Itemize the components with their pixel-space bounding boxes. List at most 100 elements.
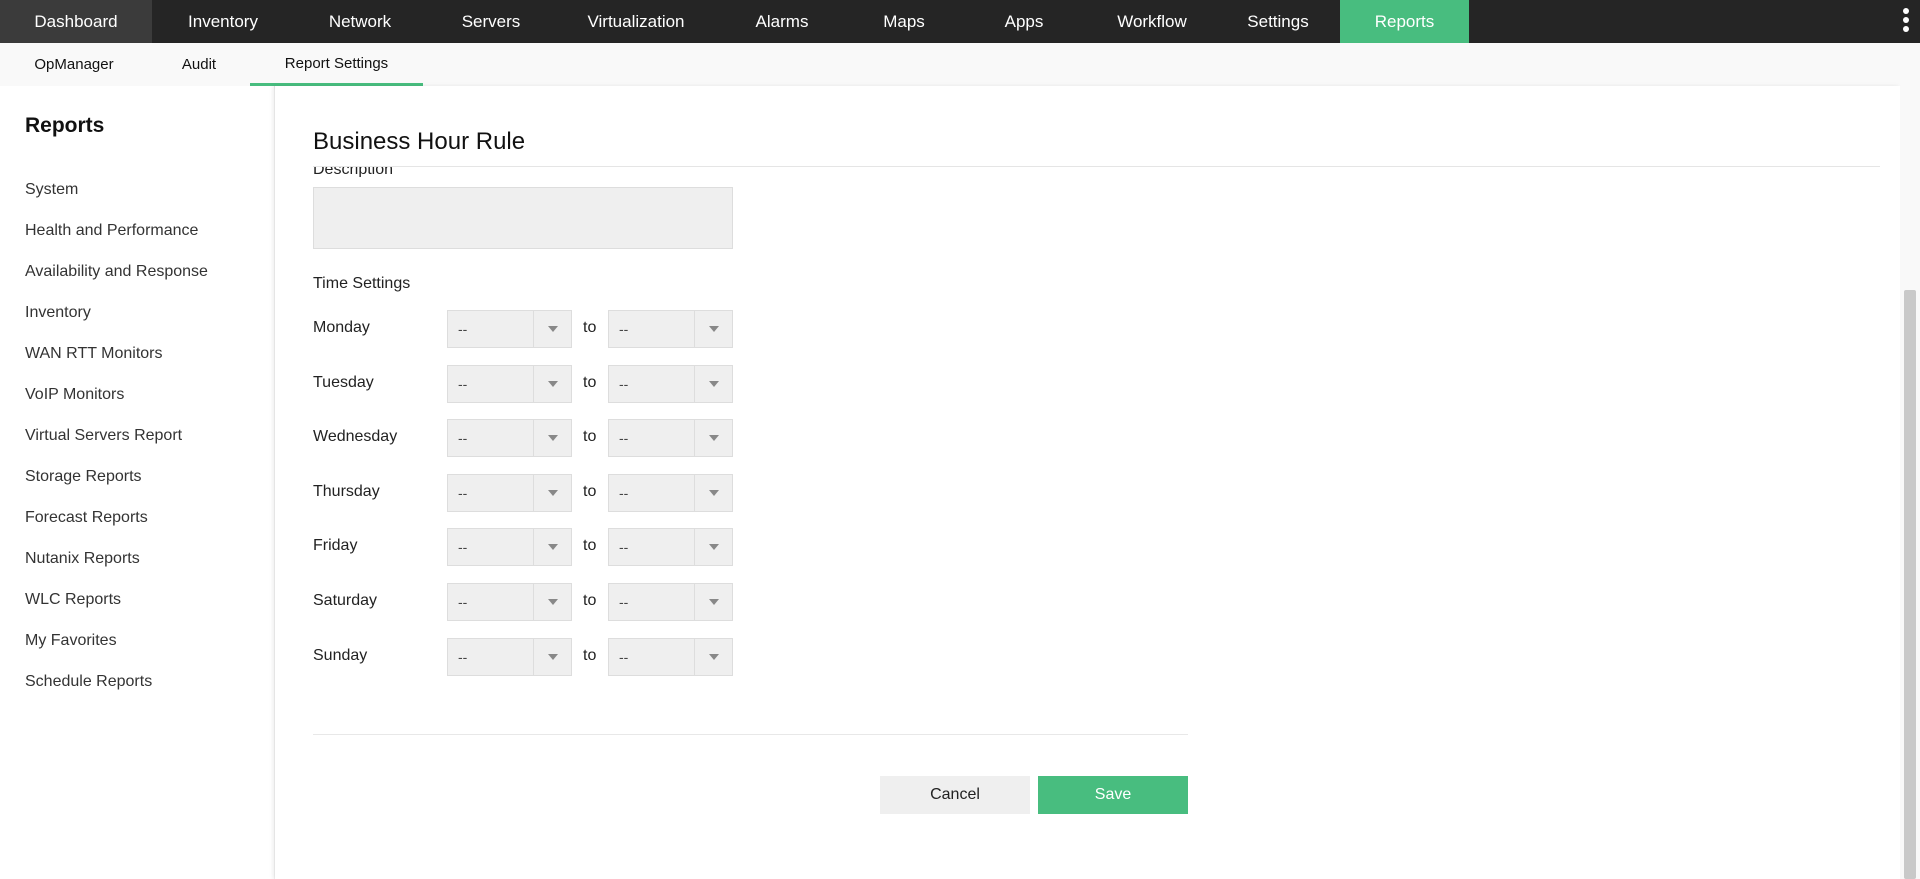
select-value: --: [619, 594, 629, 610]
from-time-select[interactable]: --: [447, 637, 572, 676]
from-time-select[interactable]: --: [447, 310, 572, 348]
sidebar-item-nutanix-reports[interactable]: Nutanix Reports: [25, 550, 140, 568]
chevron-down-icon[interactable]: [533, 474, 571, 511]
sidebar-item-schedule-reports[interactable]: Schedule Reports: [25, 673, 152, 691]
top-nav: Dashboard Inventory Network Servers Virt…: [0, 0, 1920, 43]
tab-inventory[interactable]: Inventory: [152, 0, 294, 43]
select-value: --: [458, 539, 468, 556]
tab-servers[interactable]: Servers: [426, 0, 556, 43]
chevron-down-icon[interactable]: [694, 584, 732, 620]
tab-apps[interactable]: Apps: [960, 0, 1088, 43]
to-time-select[interactable]: --: [608, 473, 733, 512]
chevron-down-icon[interactable]: [694, 529, 732, 566]
from-time-select[interactable]: --: [447, 473, 572, 512]
tab-virtualization[interactable]: Virtualization: [556, 0, 716, 43]
day-label: Monday: [313, 319, 370, 336]
to-label: to: [583, 373, 597, 391]
sidebar-item-forecast-reports[interactable]: Forecast Reports: [25, 509, 148, 527]
to-time-select[interactable]: --: [608, 419, 733, 458]
sidebar-item-health-and-performance[interactable]: Health and Performance: [25, 222, 198, 240]
to-time-select[interactable]: --: [608, 637, 733, 676]
sidebar-item-my-favorites[interactable]: My Favorites: [25, 632, 117, 650]
select-value: --: [458, 594, 468, 610]
description-label: Description: [313, 161, 394, 177]
to-label: to: [583, 646, 597, 664]
to-time-select[interactable]: --: [608, 364, 733, 403]
chevron-down-icon[interactable]: [533, 638, 571, 675]
day-row-wednesday: Wednesday -- to --: [313, 419, 733, 458]
main-panel: Business Hour Rule Description Time Sett…: [275, 86, 1900, 879]
from-time-select[interactable]: --: [447, 528, 572, 567]
footer-divider: [313, 734, 1188, 735]
select-value: --: [619, 375, 629, 392]
chevron-down-icon[interactable]: [533, 365, 571, 402]
select-value: --: [619, 484, 629, 501]
time-settings-label: Time Settings: [313, 275, 411, 292]
select-value: --: [619, 648, 629, 665]
cancel-button[interactable]: Cancel: [880, 776, 1030, 814]
select-value: --: [458, 648, 468, 665]
to-time-select[interactable]: --: [608, 310, 733, 348]
sidebar-item-storage-reports[interactable]: Storage Reports: [25, 468, 142, 486]
from-time-select[interactable]: --: [447, 419, 572, 458]
chevron-down-icon[interactable]: [533, 529, 571, 566]
tab-settings[interactable]: Settings: [1216, 0, 1340, 43]
select-value: --: [458, 484, 468, 501]
chevron-down-icon[interactable]: [533, 584, 571, 620]
chevron-down-icon[interactable]: [533, 311, 571, 347]
title-divider: [313, 166, 1880, 167]
chevron-down-icon[interactable]: [533, 420, 571, 457]
scrollbar-thumb[interactable]: [1904, 290, 1916, 879]
subtab-report-settings[interactable]: Report Settings: [250, 43, 423, 86]
to-label: to: [583, 428, 597, 446]
page-title: Business Hour Rule: [313, 128, 526, 155]
sidebar: Reports System Health and Performance Avai…: [0, 86, 274, 879]
day-row-thursday: Thursday -- to --: [313, 473, 733, 512]
subtab-opmanager[interactable]: OpManager: [0, 43, 148, 86]
tab-reports[interactable]: Reports: [1340, 0, 1469, 43]
chevron-down-icon[interactable]: [694, 311, 732, 347]
sidebar-item-inventory[interactable]: Inventory: [25, 304, 91, 322]
sidebar-item-availability-and-response[interactable]: Availability and Response: [25, 263, 208, 281]
day-row-saturday: Saturday -- to --: [313, 583, 733, 621]
select-value: --: [458, 375, 468, 392]
scrollbar[interactable]: [1900, 86, 1920, 879]
chevron-down-icon[interactable]: [694, 638, 732, 675]
tab-workflow[interactable]: Workflow: [1088, 0, 1216, 43]
save-button[interactable]: Save: [1038, 776, 1188, 814]
select-value: --: [619, 539, 629, 556]
sidebar-item-voip-monitors[interactable]: VoIP Monitors: [25, 386, 124, 404]
sidebar-item-wlc-reports[interactable]: WLC Reports: [25, 591, 121, 609]
sub-nav: OpManager Audit Report Settings: [0, 43, 1920, 86]
day-label: Friday: [313, 537, 358, 555]
from-time-select[interactable]: --: [447, 364, 572, 403]
day-row-friday: Friday -- to --: [313, 528, 733, 567]
tab-dashboard[interactable]: Dashboard: [0, 0, 152, 43]
day-row-tuesday: Tuesday -- to --: [313, 364, 733, 403]
day-label: Tuesday: [313, 373, 374, 391]
sidebar-item-virtual-servers-report[interactable]: Virtual Servers Report: [25, 427, 182, 445]
sidebar-item-wan-rtt-monitors[interactable]: WAN RTT Monitors: [25, 345, 163, 363]
chevron-down-icon[interactable]: [694, 474, 732, 511]
chevron-down-icon[interactable]: [694, 365, 732, 402]
from-time-select[interactable]: --: [447, 583, 572, 621]
to-label: to: [583, 592, 597, 609]
to-label: to: [583, 537, 597, 555]
tab-maps[interactable]: Maps: [848, 0, 960, 43]
more-menu-icon[interactable]: [1900, 8, 1912, 32]
to-time-select[interactable]: --: [608, 583, 733, 621]
day-label: Wednesday: [313, 428, 398, 446]
day-row-monday: Monday -- to --: [313, 310, 733, 348]
tab-alarms[interactable]: Alarms: [716, 0, 848, 43]
sidebar-item-system[interactable]: System: [25, 181, 78, 199]
select-value: --: [619, 430, 629, 447]
sidebar-title: Reports: [25, 114, 105, 137]
description-input[interactable]: [313, 187, 733, 249]
tab-network[interactable]: Network: [294, 0, 426, 43]
chevron-down-icon[interactable]: [694, 420, 732, 457]
to-label: to: [583, 319, 597, 336]
day-row-sunday: Sunday -- to --: [313, 637, 733, 676]
day-label: Thursday: [313, 482, 380, 500]
to-time-select[interactable]: --: [608, 528, 733, 567]
subtab-audit[interactable]: Audit: [148, 43, 250, 86]
